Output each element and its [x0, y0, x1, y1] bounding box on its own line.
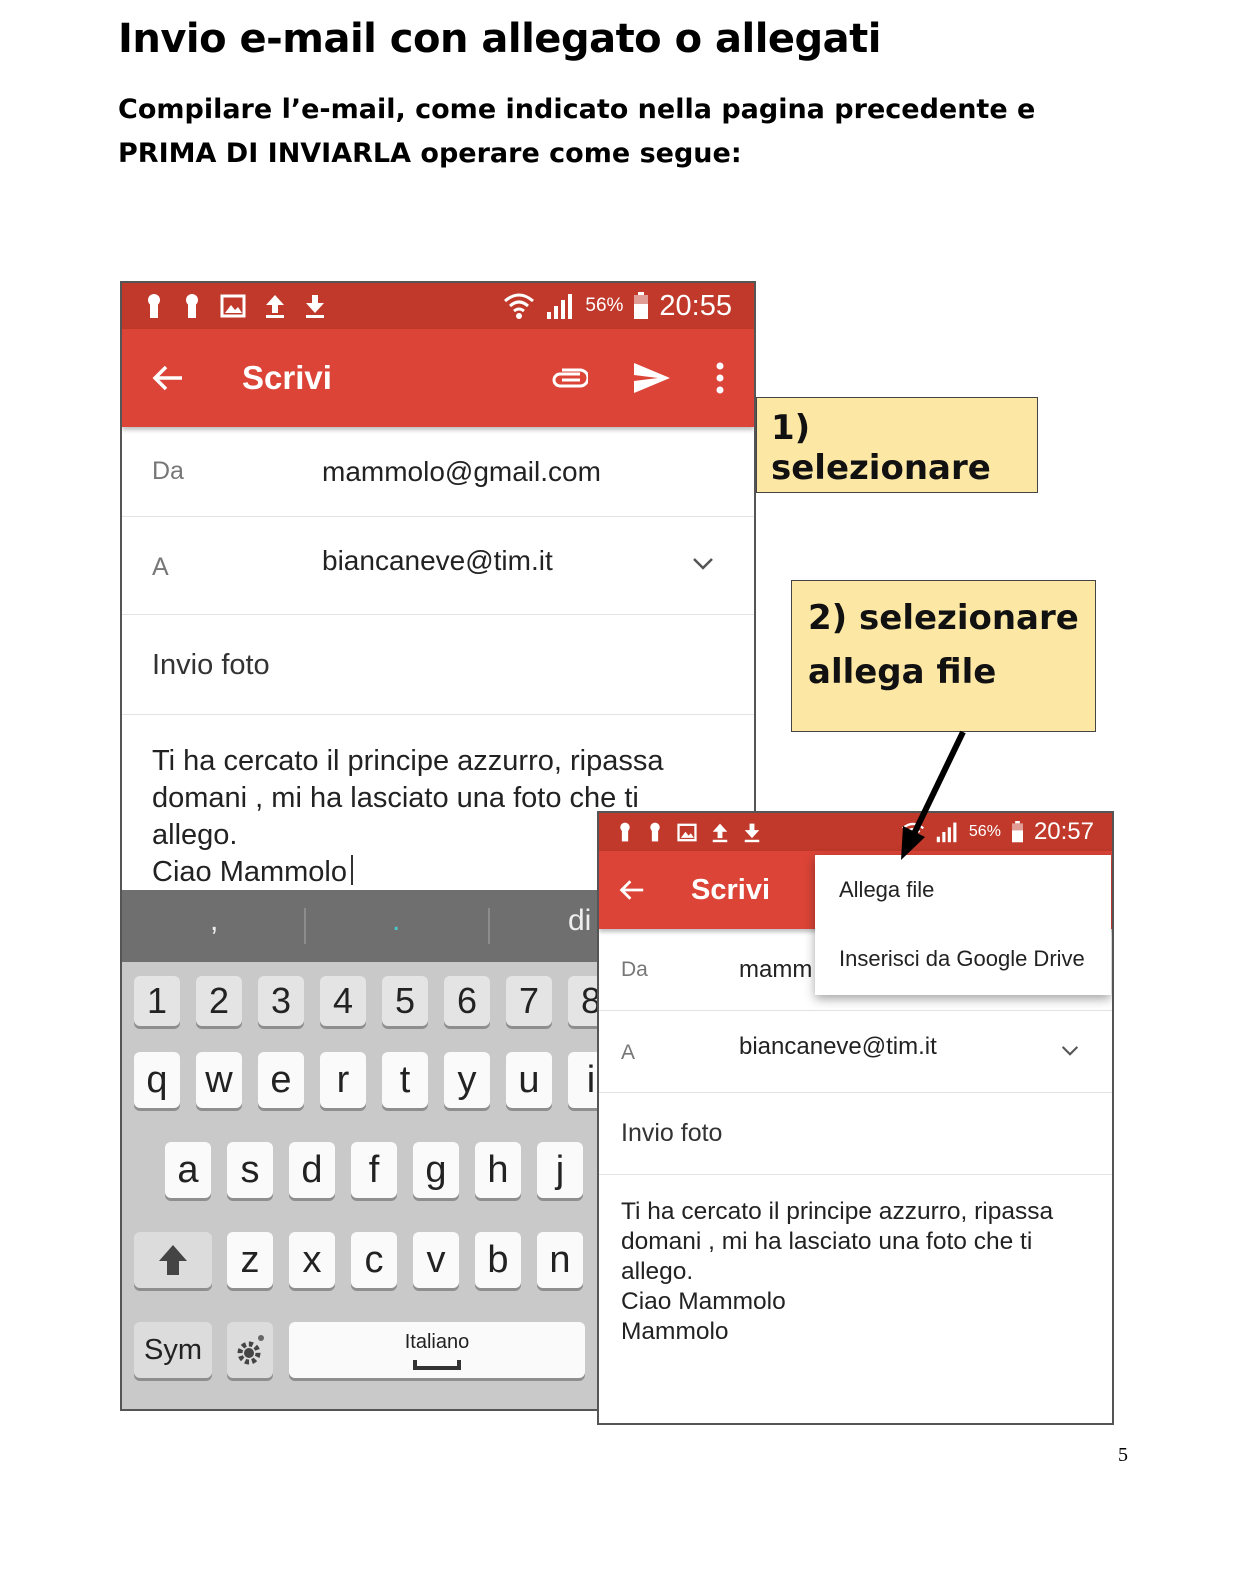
pointer-arrow-icon [901, 730, 966, 860]
